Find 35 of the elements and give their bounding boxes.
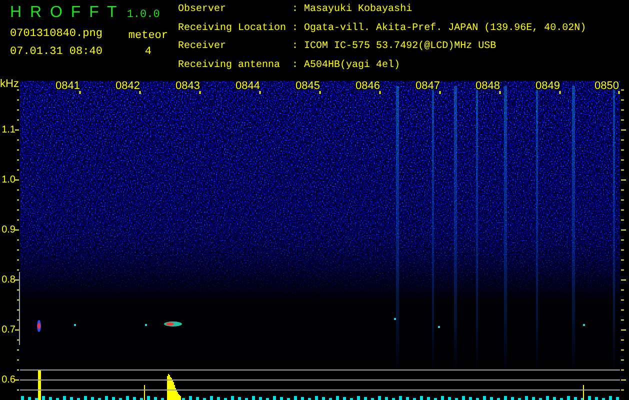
info-label: Receiving antenna	[178, 60, 282, 72]
info-label: Receiver	[178, 41, 228, 54]
frequency-unit: kHz	[0, 78, 19, 90]
file-datetime: 07.01.31 08:40	[10, 46, 102, 58]
app-title: H R O F F T	[10, 4, 117, 22]
time-label: 0850	[594, 80, 619, 92]
info-separator: :	[292, 60, 298, 72]
info-value: A504HB(yagi 4el)	[304, 60, 402, 72]
frequency-label: 1.0	[2, 174, 16, 186]
info-label: Observer	[178, 4, 228, 17]
meteor-count: 4	[144, 46, 152, 58]
info-value: Masayuki Kobayashi	[304, 4, 414, 17]
frequency-label: 0.6	[2, 374, 16, 386]
time-label: 0841	[56, 80, 80, 92]
file-name: 0701310840.png	[10, 28, 102, 40]
time-label: 0847	[416, 80, 440, 92]
time-label: 0842	[116, 80, 140, 92]
info-label: Receiving Location	[178, 22, 286, 36]
time-label: 0844	[236, 80, 260, 92]
time-label: 0843	[176, 80, 200, 92]
info-separator: :	[292, 4, 298, 17]
time-label: 0848	[476, 80, 500, 92]
time-label: 0849	[536, 80, 560, 92]
info-value: ICOM IC-575 53.7492(@LCD)MHz USB	[304, 41, 498, 54]
app-version: 1.0.0	[126, 9, 160, 21]
info-separator: :	[292, 41, 298, 54]
frequency-label: 0.8	[2, 274, 16, 286]
frequency-label: 1.1	[2, 124, 16, 136]
frequency-label: 0.9	[2, 224, 16, 236]
meteor-label: meteor	[128, 30, 168, 42]
info-separator: :	[292, 22, 298, 36]
time-label: 0845	[296, 80, 320, 92]
frequency-label: 0.7	[2, 324, 16, 336]
time-label: 0846	[356, 80, 380, 92]
info-value: Ogata-vill. Akita-Pref. JAPAN (139.96E, 40.02N)	[304, 22, 586, 36]
